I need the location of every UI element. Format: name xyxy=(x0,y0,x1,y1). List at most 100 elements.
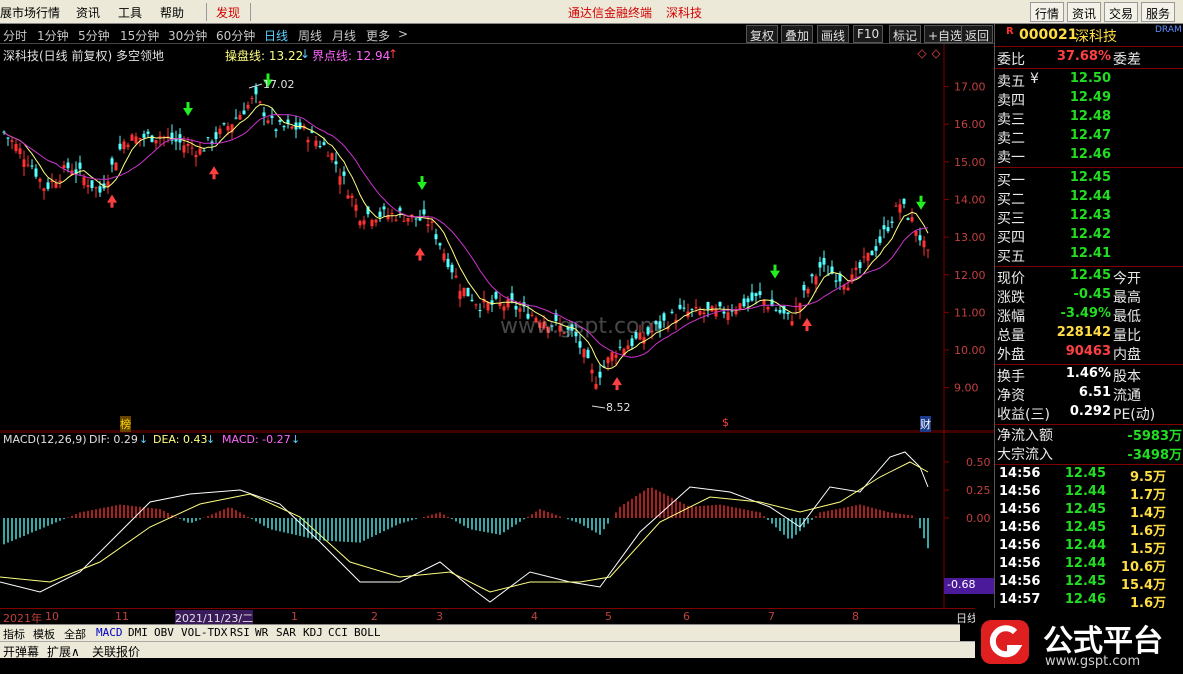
tab-macd[interactable]: MACD xyxy=(96,626,123,639)
buy-signal-arrow xyxy=(802,318,812,327)
candle-body xyxy=(682,307,686,309)
candle-body xyxy=(494,292,498,299)
candle-body xyxy=(214,132,218,140)
tab-cci[interactable]: CCI xyxy=(328,626,348,639)
period-5min[interactable]: 5分钟 xyxy=(78,27,110,44)
candle-body xyxy=(690,309,694,311)
candle-body xyxy=(798,303,802,311)
candle-body xyxy=(802,284,806,291)
buy-price: 12.44 xyxy=(1069,189,1111,204)
tab-obv[interactable]: OBV xyxy=(154,626,174,639)
macd-canvas[interactable]: 0.50 0.25 0.00 xyxy=(0,431,994,608)
candle-body xyxy=(262,112,266,117)
candle-body xyxy=(726,312,730,320)
tick-time: 14:56 xyxy=(999,484,1041,499)
candle-body xyxy=(586,349,590,359)
kline-chart[interactable]: 17.00 16.00 15.00 14.00 13.00 12.00 11.00 10.00… xyxy=(0,44,994,432)
tab-wr[interactable]: WR xyxy=(255,626,268,639)
sell-price: 12.46 xyxy=(1069,147,1111,162)
sell-price: 12.48 xyxy=(1069,109,1111,124)
buy-signal-arrow-stem xyxy=(212,174,216,180)
tab-vol-tdx[interactable]: VOL-TDX xyxy=(181,626,227,639)
period-more[interactable]: 更多 xyxy=(366,27,390,44)
stat-value: 228142 xyxy=(1056,325,1111,340)
sell-row[interactable]: 卖一 12.46 xyxy=(995,147,1183,166)
tab-rsi[interactable]: RSI xyxy=(230,626,250,639)
buy-row[interactable]: 买四 12.42 xyxy=(995,227,1183,246)
tab-kdj[interactable]: KDJ xyxy=(303,626,323,639)
buy-row[interactable]: 买三 12.43 xyxy=(995,208,1183,227)
candle-body xyxy=(890,221,894,223)
buy-row[interactable]: 买二 12.44 xyxy=(995,189,1183,208)
candle-body xyxy=(78,162,82,169)
candle-body xyxy=(722,311,726,314)
stat2-value: 0.292 xyxy=(1069,404,1111,419)
line1-value: 操盘线: 13.22 xyxy=(225,49,304,63)
sell-label: 卖二 xyxy=(997,131,1025,147)
toolbar-mark[interactable]: 标记 xyxy=(889,25,922,43)
top-button-service[interactable]: 服务 xyxy=(1141,2,1176,22)
candle-body xyxy=(814,276,818,285)
low-price-label: 8.52 xyxy=(606,401,631,414)
candle-body xyxy=(146,131,150,134)
toolbar-back[interactable]: 返回 xyxy=(961,25,994,43)
period-60min[interactable]: 60分钟 xyxy=(216,27,255,44)
candle-body xyxy=(62,165,66,169)
toolbar-overlay[interactable]: 叠加 xyxy=(781,25,814,43)
marker-dollar[interactable]: $ xyxy=(722,416,729,429)
period-next-arrow[interactable]: > xyxy=(398,27,408,41)
tick-price: 12.45 xyxy=(1064,502,1106,517)
toolbar-f10[interactable]: F10 xyxy=(853,25,884,43)
period-1min[interactable]: 1分钟 xyxy=(37,27,69,44)
period-weekly[interactable]: 周线 xyxy=(298,27,322,44)
marker-cai[interactable]: 财 xyxy=(920,416,931,432)
buy-label: 买二 xyxy=(997,192,1025,208)
top-button-quotes[interactable]: 行情 xyxy=(1030,2,1065,22)
stat-value: 12.45 xyxy=(1069,268,1111,283)
stat-label2: 今开 xyxy=(1113,271,1141,287)
buy-row[interactable]: 买一 12.45 xyxy=(995,170,1183,189)
candle-body xyxy=(590,369,594,374)
candle-body xyxy=(370,220,374,227)
tab-all[interactable]: 全部 xyxy=(64,626,86,642)
tab-boll[interactable]: BOLL xyxy=(354,626,381,639)
macd-panel[interactable]: 0.50 0.25 0.00 MACD(12,26,9) DIF: 0.29 ↓ D… xyxy=(0,431,994,608)
tab-sar[interactable]: SAR xyxy=(276,626,296,639)
candle-body xyxy=(626,345,630,350)
candle-body xyxy=(738,303,742,310)
sell-row[interactable]: 卖四 12.49 xyxy=(995,90,1183,109)
top-button-trade[interactable]: 交易 xyxy=(1104,2,1139,22)
candle-body xyxy=(898,204,902,213)
candle-body xyxy=(762,300,766,305)
tab-indicator[interactable]: 指标 xyxy=(3,626,25,642)
candle-body xyxy=(918,235,922,241)
marker-bang[interactable]: 榜 xyxy=(120,416,131,432)
menu-help[interactable]: 帮助 xyxy=(160,4,184,21)
period-15min[interactable]: 15分钟 xyxy=(120,27,159,44)
period-30min[interactable]: 30分钟 xyxy=(168,27,207,44)
stat-row: 现价 12.45 今开 xyxy=(995,268,1183,287)
menu-discover[interactable]: 发现 xyxy=(216,4,240,21)
sell-row[interactable]: 卖二 12.47 xyxy=(995,128,1183,147)
candle-body xyxy=(414,218,418,220)
period-monthly[interactable]: 月线 xyxy=(332,27,356,44)
candle-body xyxy=(246,104,250,109)
sell-row[interactable]: 卖五 ¥ 12.50 xyxy=(995,71,1183,90)
menu-tools[interactable]: 工具 xyxy=(118,4,142,21)
period-tick[interactable]: 分时 xyxy=(3,27,27,44)
candle-body xyxy=(730,310,734,312)
toolbar-draw[interactable]: 画线 xyxy=(817,25,850,43)
chart-title: 深科技(日线 前复权) 多空领地 xyxy=(3,49,164,63)
kline-canvas[interactable]: 17.00 16.00 15.00 14.00 13.00 12.00 11.00 10.00… xyxy=(0,44,994,432)
top-button-news[interactable]: 资讯 xyxy=(1067,2,1102,22)
tab-dmi[interactable]: DMI xyxy=(128,626,148,639)
buy-row[interactable]: 买五 12.41 xyxy=(995,246,1183,265)
tab-template[interactable]: 模板 xyxy=(33,626,55,642)
sell-row[interactable]: 卖三 12.48 xyxy=(995,109,1183,128)
toolbar-adjust[interactable]: 复权 xyxy=(746,25,779,43)
candle-body xyxy=(86,185,90,187)
menu-market[interactable]: 展市场行情 xyxy=(0,4,60,21)
menu-news[interactable]: 资讯 xyxy=(76,4,100,21)
toolbar-add-watch[interactable]: +自选 xyxy=(924,25,967,43)
period-daily[interactable]: 日线 xyxy=(264,27,288,44)
